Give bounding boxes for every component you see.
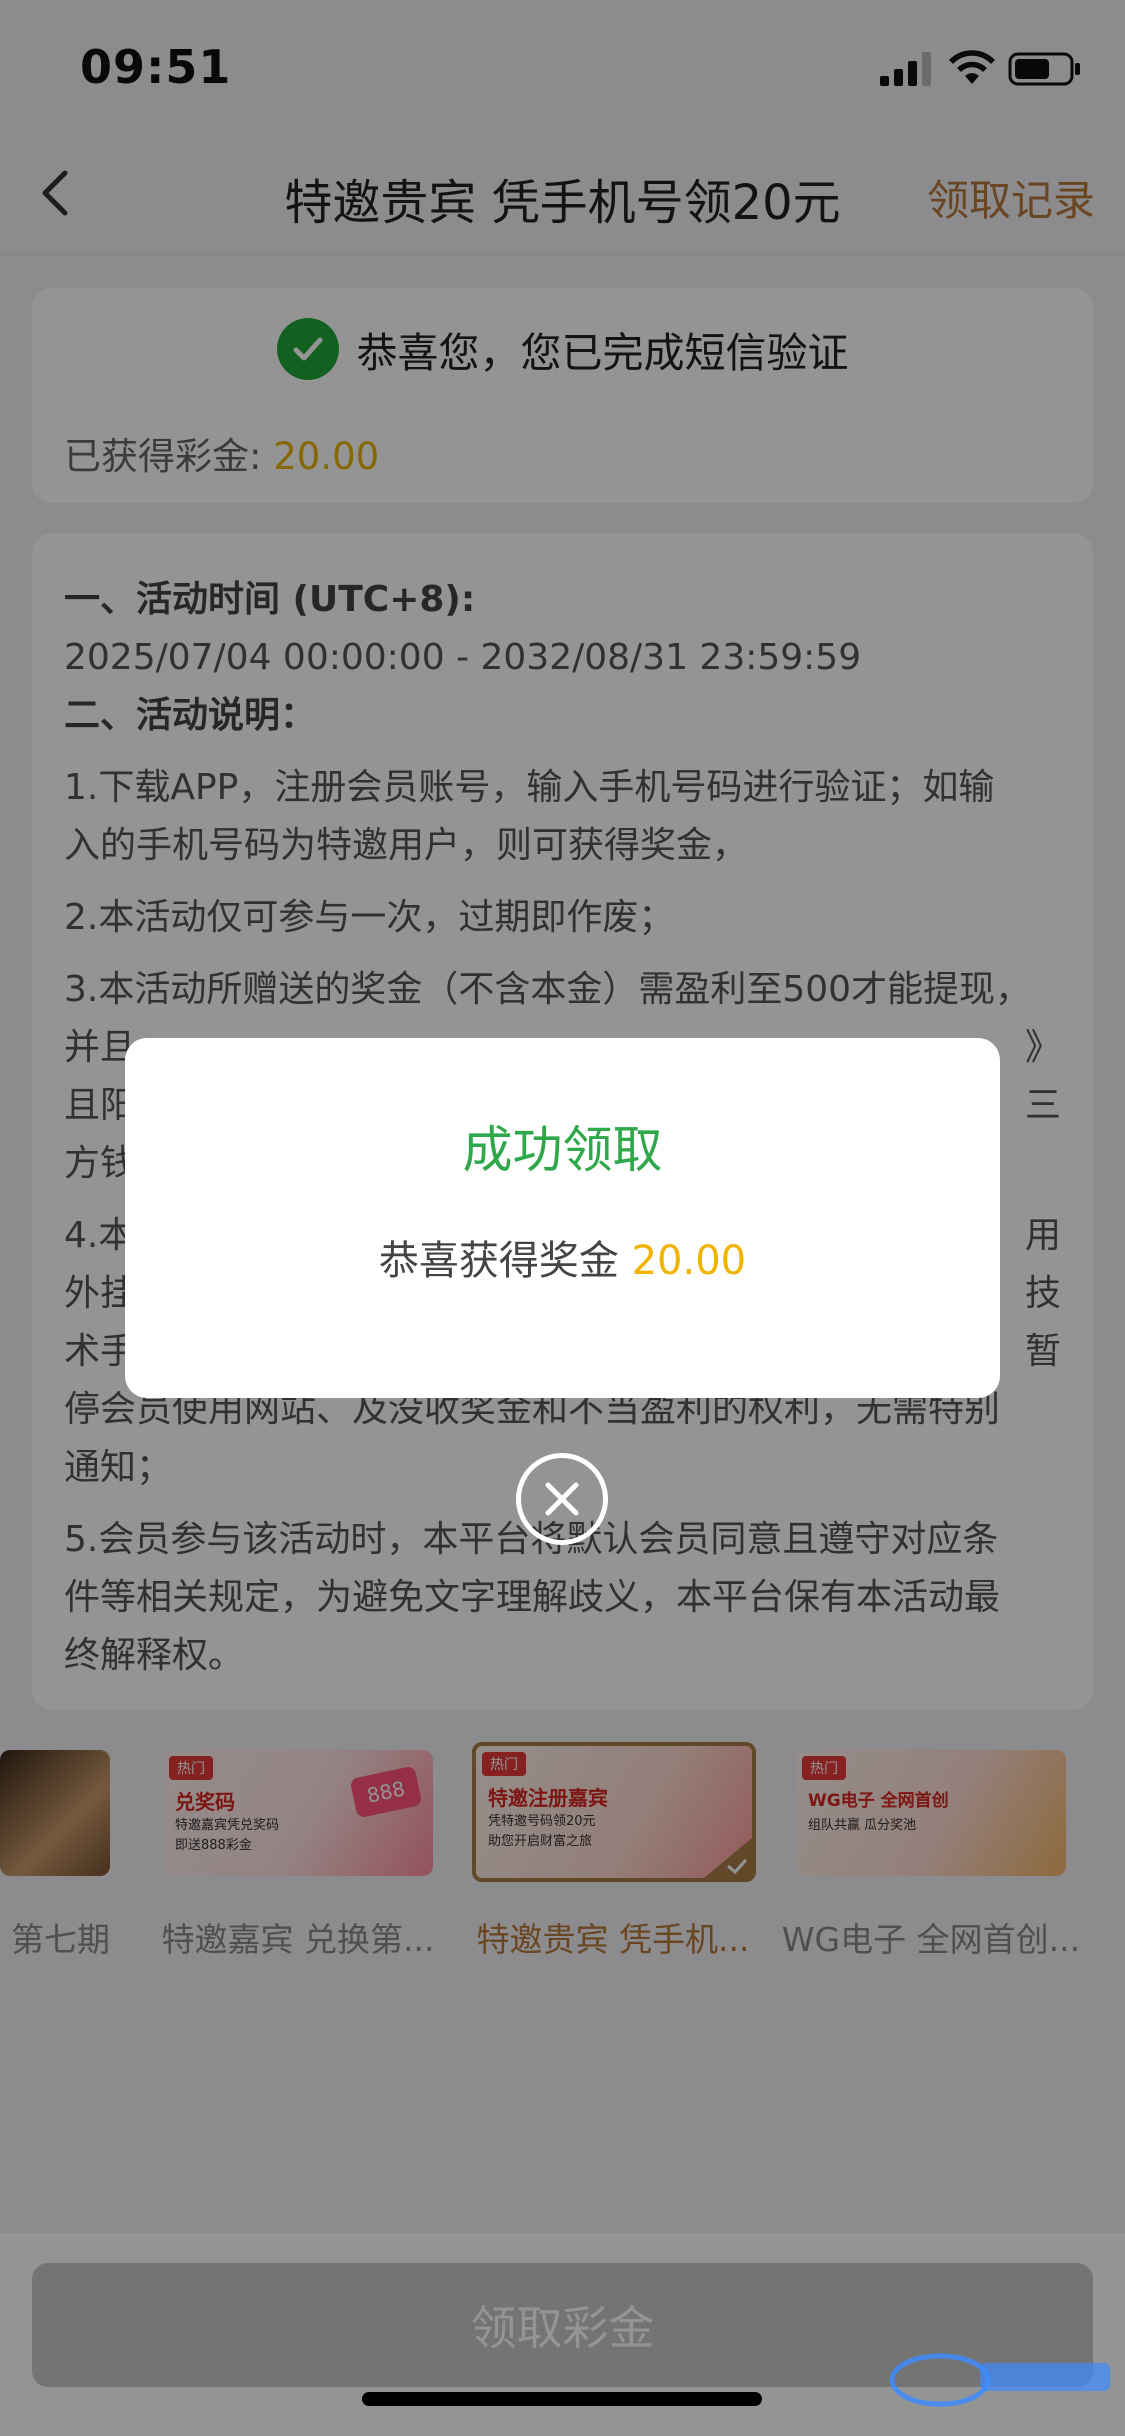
modal-amount: 20.00 [631, 1238, 747, 1284]
close-circle-icon[interactable] [516, 1453, 608, 1545]
home-indicator [362, 2392, 762, 2406]
modal-message: 恭喜获得奖金 20.00 [125, 1228, 1000, 1286]
success-modal: 成功领取 恭喜获得奖金 20.00 [125, 1038, 1000, 1398]
modal-message-text: 恭喜获得奖金 [378, 1238, 632, 1284]
watermark-logo [889, 2353, 1110, 2407]
modal-title: 成功领取 [462, 1121, 663, 1179]
